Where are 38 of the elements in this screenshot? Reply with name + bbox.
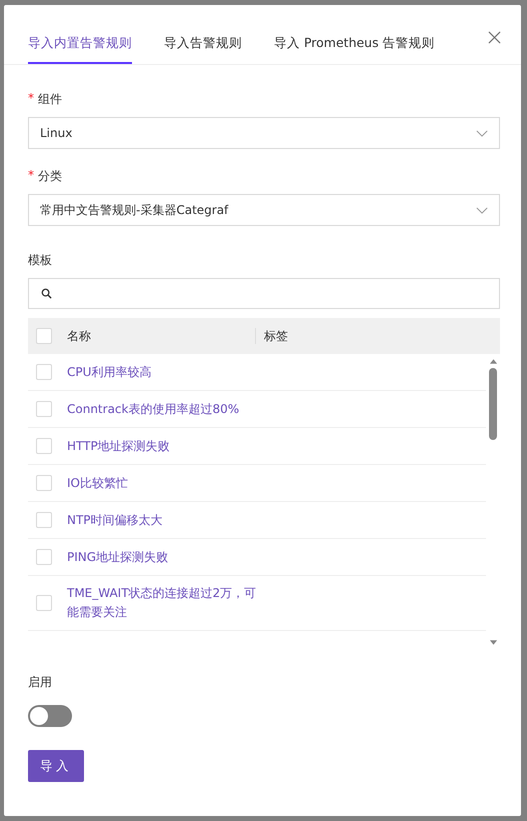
checkbox[interactable] [36, 512, 52, 528]
rule-link[interactable]: TME_WAIT状态的连接超过2万，可能需要关注 [67, 584, 257, 622]
checkbox[interactable] [36, 328, 52, 344]
column-header: 标签 [264, 328, 288, 344]
import-button[interactable]: 导入 [28, 750, 84, 782]
checkbox[interactable] [36, 475, 52, 491]
rule-link[interactable]: PING地址探测失败 [67, 548, 168, 566]
checkbox[interactable] [36, 595, 52, 611]
rule-link[interactable]: HTTP地址探测失败 [67, 436, 170, 456]
required-mark: * [28, 91, 34, 107]
close-icon[interactable] [488, 31, 501, 44]
search-icon [41, 288, 52, 299]
tab[interactable]: 导入告警规则 [164, 35, 242, 64]
field-label: 模板 [28, 252, 52, 269]
rule-link[interactable]: Conntrack表的使用率超过80% [67, 400, 240, 418]
tab[interactable]: 导入内置告警规则 [28, 35, 132, 64]
chevron-down-icon [476, 130, 488, 136]
select-field[interactable]: 常用中文告警规则-采集器Categraf [28, 194, 500, 226]
required-mark: * [28, 168, 34, 184]
toggle-switch[interactable] [28, 705, 72, 727]
checkbox[interactable] [36, 438, 52, 454]
rule-link[interactable]: CPU利用率较高 [67, 362, 152, 382]
select-field[interactable]: Linux [28, 117, 500, 149]
checkbox[interactable] [36, 364, 52, 380]
rule-link[interactable]: NTP时间偏移太大 [67, 510, 163, 530]
rule-link[interactable]: IO比较繁忙 [67, 474, 128, 492]
checkbox[interactable] [36, 401, 52, 417]
checkbox[interactable] [36, 549, 52, 565]
column-header: 名称 [67, 328, 92, 344]
scroll-up-icon[interactable] [488, 358, 498, 364]
scroll-down-icon[interactable] [488, 640, 498, 646]
search-field[interactable] [28, 278, 500, 309]
field-label: 组件 [38, 91, 62, 108]
chevron-down-icon [476, 206, 488, 214]
field-label: 分类 [38, 168, 62, 185]
field-label: 启用 [28, 674, 52, 691]
tab[interactable]: 导入 Prometheus 告警规则 [274, 35, 435, 64]
scrollbar-thumb[interactable] [489, 368, 497, 440]
